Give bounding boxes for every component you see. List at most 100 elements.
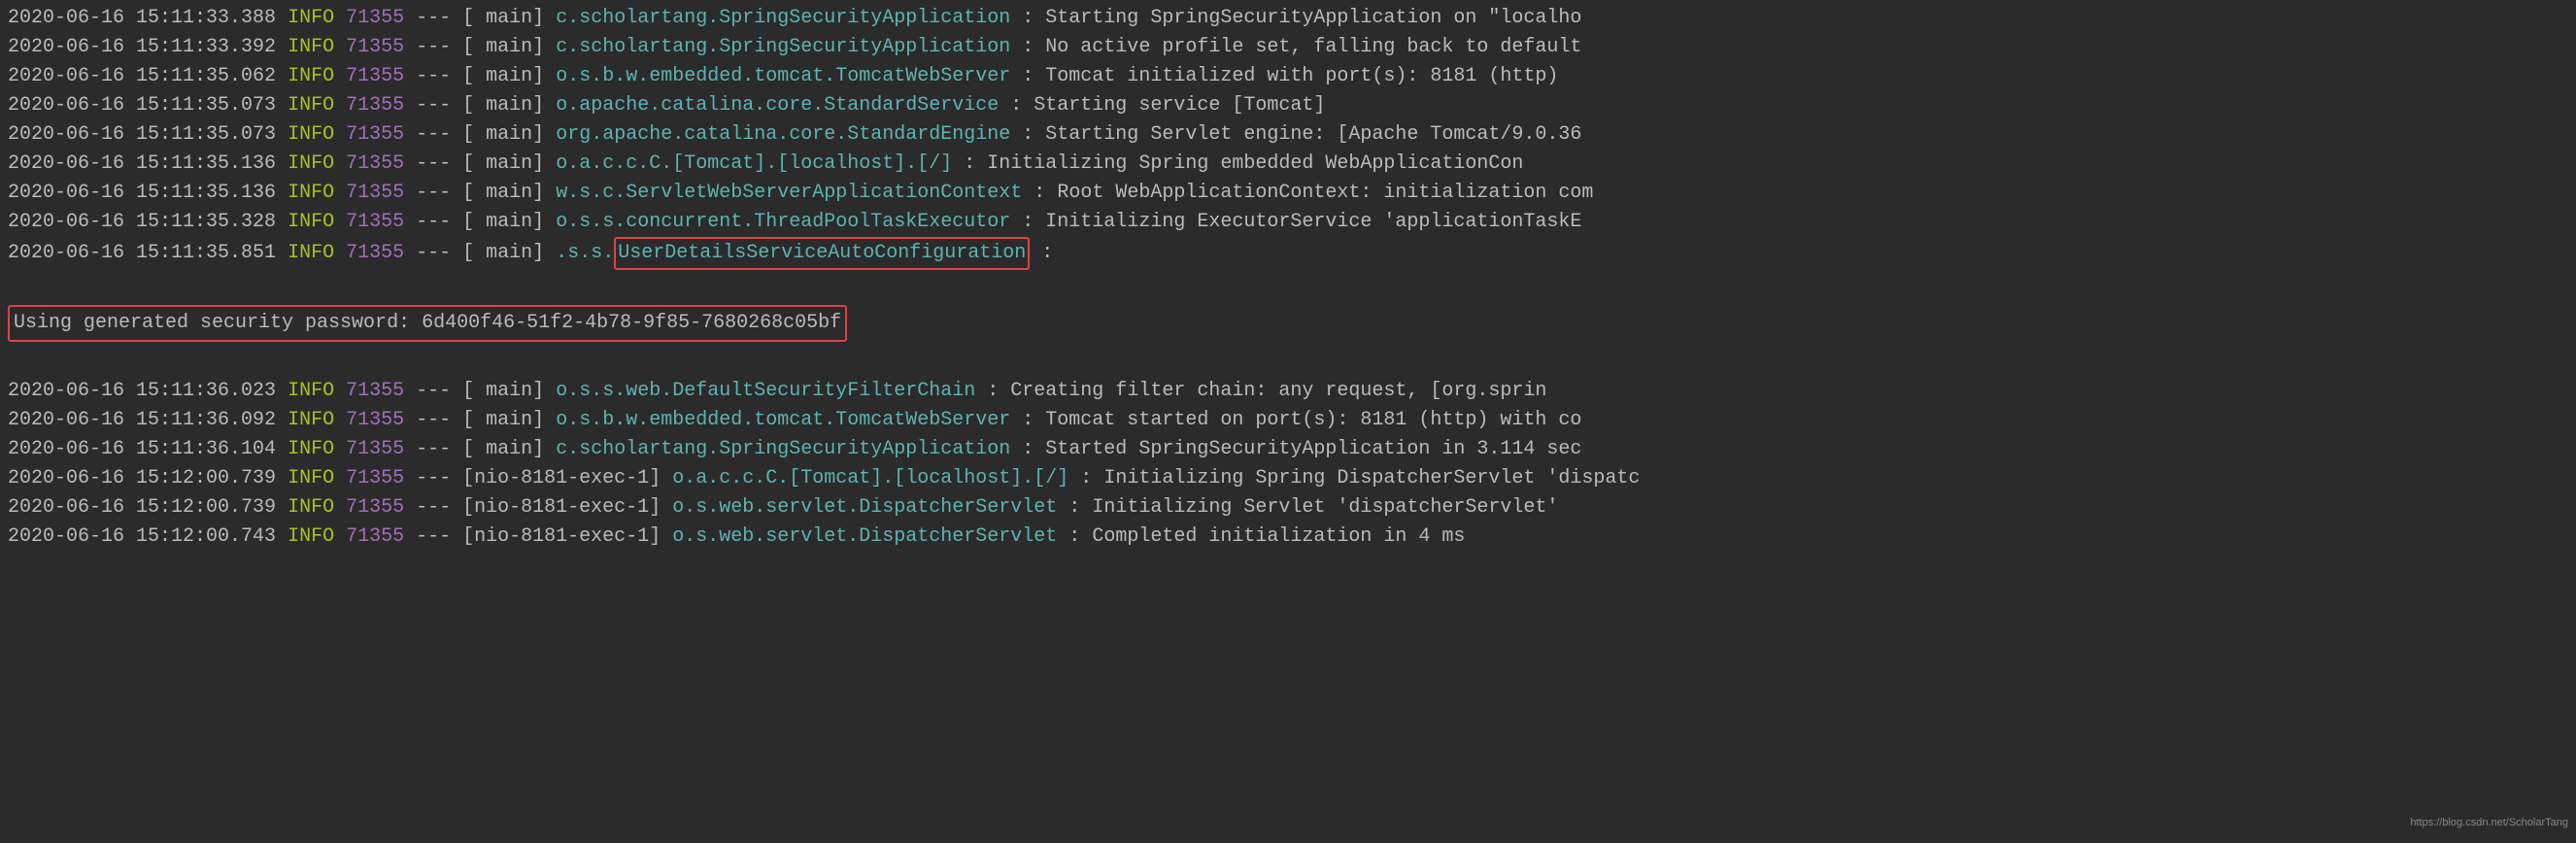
- logger: c.scholartang.SpringSecurityApplication: [556, 438, 1022, 460]
- log-level: INFO: [288, 65, 334, 87]
- pid: 71355: [346, 438, 404, 460]
- thread: [ main]: [462, 211, 544, 233]
- logger: c.scholartang.SpringSecurityApplication: [556, 7, 1022, 29]
- timestamp: 2020-06-16 15:11:36.023: [8, 380, 276, 402]
- pid: 71355: [346, 409, 404, 431]
- separator: ---: [416, 182, 451, 204]
- pid: 71355: [346, 36, 404, 58]
- message: Initializing Spring DispatcherServlet 'd…: [1103, 467, 1640, 489]
- log-line: 2020-06-16 15:11:36.023 INFO 71355 --- […: [8, 377, 2568, 406]
- separator: ---: [416, 380, 451, 402]
- log-line: 2020-06-16 15:11:36.104 INFO 71355 --- […: [8, 435, 2568, 464]
- log-level: INFO: [288, 94, 334, 117]
- log-level: INFO: [288, 7, 334, 29]
- separator: ---: [416, 36, 451, 58]
- message: Tomcat initialized with port(s): 8181 (h…: [1045, 65, 1558, 87]
- timestamp: 2020-06-16 15:12:00.739: [8, 467, 276, 489]
- logger: o.s.s.web.DefaultSecurityFilterChain: [556, 380, 987, 402]
- message: Started SpringSecurityApplication in 3.1…: [1045, 438, 1581, 460]
- log-line: 2020-06-16 15:11:35.328 INFO 71355 --- […: [8, 208, 2568, 237]
- watermark: https://blog.csdn.net/ScholarTang: [2410, 808, 2568, 837]
- log-level: INFO: [288, 152, 334, 175]
- timestamp: 2020-06-16 15:11:35.062: [8, 65, 276, 87]
- separator: ---: [416, 438, 451, 460]
- log-level: INFO: [288, 496, 334, 519]
- colon: :: [1022, 123, 1034, 146]
- separator: ---: [416, 123, 451, 146]
- timestamp: 2020-06-16 15:11:33.388: [8, 7, 276, 29]
- thread: [ main]: [462, 182, 544, 204]
- message: Starting Servlet engine: [Apache Tomcat/…: [1045, 123, 1581, 146]
- logger: w.s.c.ServletWebServerApplicationContext: [556, 182, 1022, 204]
- timestamp: 2020-06-16 15:11:35.328: [8, 211, 276, 233]
- pid: 71355: [346, 65, 404, 87]
- pid: 71355: [346, 152, 404, 175]
- colon: :: [964, 152, 975, 175]
- thread: [ main]: [462, 94, 544, 117]
- colon: :: [1068, 525, 1080, 548]
- logger: o.s.b.w.embedded.tomcat.TomcatWebServer: [556, 409, 1022, 431]
- colon: :: [1022, 438, 1034, 460]
- thread: [ main]: [462, 36, 544, 58]
- thread: [ main]: [462, 65, 544, 87]
- pid: 71355: [346, 182, 404, 204]
- separator: ---: [416, 467, 451, 489]
- log-line: 2020-06-16 15:12:00.739 INFO 71355 --- […: [8, 464, 2568, 493]
- timestamp: 2020-06-16 15:11:35.073: [8, 123, 276, 146]
- message: Initializing Servlet 'dispatcherServlet': [1092, 496, 1558, 519]
- colon: :: [1022, 7, 1034, 29]
- message: Creating filter chain: any request, [org…: [1010, 380, 1546, 402]
- log-line: 2020-06-16 15:12:00.743 INFO 71355 --- […: [8, 523, 2568, 552]
- log-level: INFO: [288, 242, 334, 264]
- separator: ---: [416, 211, 451, 233]
- thread: [nio-8181-exec-1]: [462, 525, 661, 548]
- log-line: 2020-06-16 15:11:35.136 INFO 71355 --- […: [8, 150, 2568, 179]
- logger: .s.s.UserDetailsServiceAutoConfiguration: [556, 242, 1030, 264]
- pid: 71355: [346, 380, 404, 402]
- log-line: 2020-06-16 15:11:33.392 INFO 71355 --- […: [8, 33, 2568, 62]
- separator: ---: [416, 94, 451, 117]
- pid: 71355: [346, 7, 404, 29]
- thread: [ main]: [462, 242, 544, 264]
- colon: :: [1022, 36, 1034, 58]
- message: Tomcat started on port(s): 8181 (http) w…: [1045, 409, 1581, 431]
- log-line: 2020-06-16 15:11:33.388 INFO 71355 --- […: [8, 4, 2568, 33]
- log-level: INFO: [288, 123, 334, 146]
- logger: o.s.web.servlet.DispatcherServlet: [672, 525, 1068, 548]
- separator: ---: [416, 496, 451, 519]
- message: Starting service [Tomcat]: [1034, 94, 1325, 117]
- thread: [ main]: [462, 152, 544, 175]
- separator: ---: [416, 242, 451, 264]
- message: Completed initialization in 4 ms: [1092, 525, 1465, 548]
- log-level: INFO: [288, 467, 334, 489]
- log-line: 2020-06-16 15:11:35.062 INFO 71355 --- […: [8, 62, 2568, 91]
- colon: :: [987, 380, 999, 402]
- log-level: INFO: [288, 409, 334, 431]
- pid: 71355: [346, 123, 404, 146]
- log-line: 2020-06-16 15:11:36.092 INFO 71355 --- […: [8, 406, 2568, 435]
- log-line: 2020-06-16 15:11:35.851 INFO 71355 --- […: [8, 237, 2568, 270]
- log-level: INFO: [288, 380, 334, 402]
- colon: :: [1034, 182, 1045, 204]
- generated-password-line: Using generated security password: 6d400…: [8, 299, 2568, 348]
- message: Initializing Spring embedded WebApplicat…: [987, 152, 1523, 175]
- message: No active profile set, falling back to d…: [1045, 36, 1581, 58]
- highlight-logger-class: UserDetailsServiceAutoConfiguration: [614, 237, 1030, 270]
- log-line: 2020-06-16 15:11:35.136 INFO 71355 --- […: [8, 179, 2568, 208]
- colon: :: [1041, 242, 1053, 264]
- colon: :: [1010, 94, 1022, 117]
- colon: :: [1068, 496, 1080, 519]
- log-level: INFO: [288, 182, 334, 204]
- thread: [nio-8181-exec-1]: [462, 496, 661, 519]
- log-output: 2020-06-16 15:11:33.388 INFO 71355 --- […: [8, 4, 2568, 552]
- log-level: INFO: [288, 211, 334, 233]
- message: Root WebApplicationContext: initializati…: [1057, 182, 1593, 204]
- timestamp: 2020-06-16 15:12:00.739: [8, 496, 276, 519]
- pid: 71355: [346, 496, 404, 519]
- colon: :: [1080, 467, 1092, 489]
- separator: ---: [416, 409, 451, 431]
- separator: ---: [416, 65, 451, 87]
- logger: o.apache.catalina.core.StandardService: [556, 94, 1010, 117]
- timestamp: 2020-06-16 15:11:35.073: [8, 94, 276, 117]
- colon: :: [1022, 65, 1034, 87]
